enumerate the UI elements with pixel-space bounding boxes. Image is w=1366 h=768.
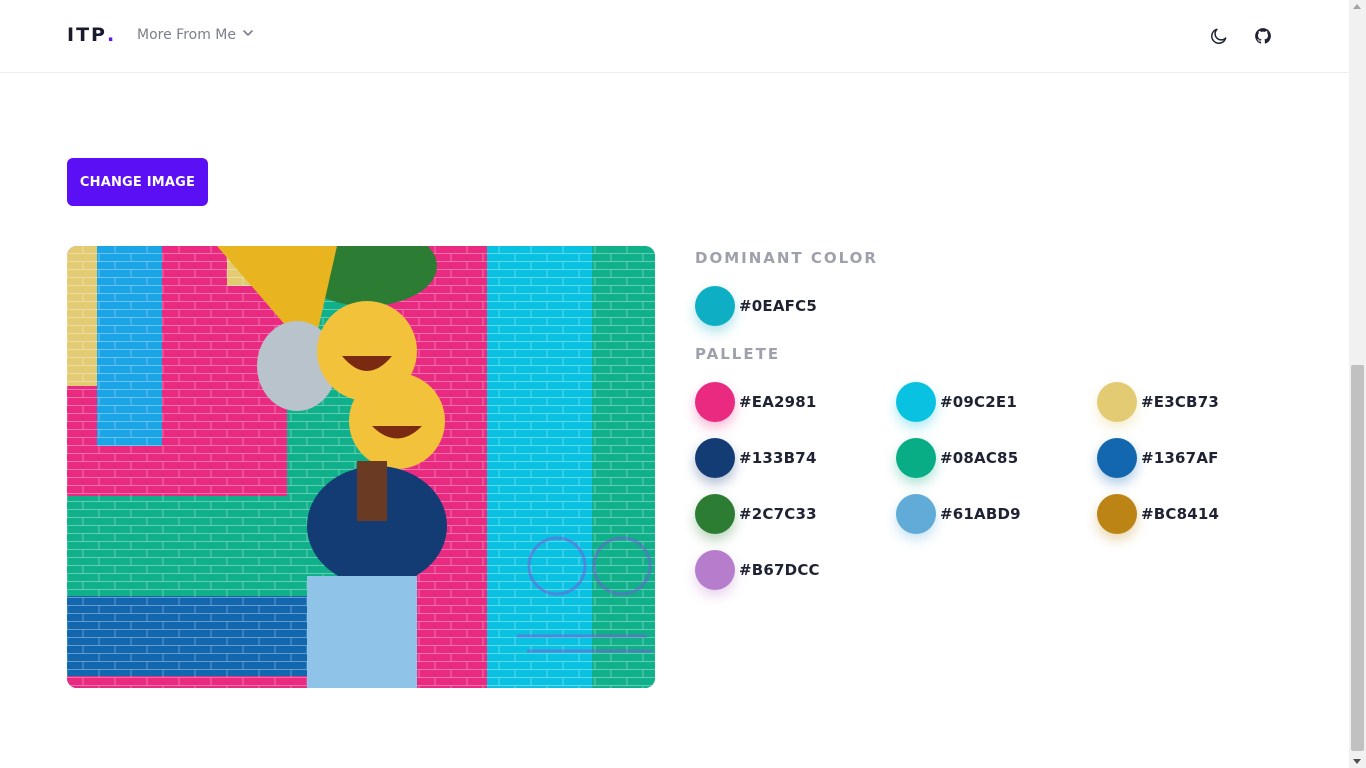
logo-text: ITP [67,24,107,46]
palette-swatch [1097,438,1137,478]
palette-hex: #133B74 [739,449,817,467]
palette-swatch [896,382,936,422]
palette-item[interactable]: #133B74 [695,438,817,478]
palette-hex: #B67DCC [739,561,820,579]
palette-item[interactable]: #09C2E1 [896,382,1017,422]
page-scrollbar[interactable] [1349,0,1366,768]
palette-item[interactable]: #EA2981 [695,382,817,422]
dominant-color-hex: #0EAFC5 [739,297,817,315]
palette-swatch [896,438,936,478]
palette-swatch [1097,382,1137,422]
palette-item[interactable]: #2C7C33 [695,494,817,534]
logo-dot: . [106,24,115,46]
moon-icon[interactable] [1207,24,1231,48]
palette-swatch [695,438,735,478]
palette-hex: #BC8414 [1141,505,1220,523]
palette-hex: #08AC85 [940,449,1019,467]
scroll-down-arrow-icon[interactable] [1353,759,1361,764]
dominant-color-item[interactable]: #0EAFC5 [695,286,817,326]
palette-hex: #61ABD9 [940,505,1021,523]
uploaded-photo [67,246,655,688]
palette-hex: #09C2E1 [940,393,1017,411]
palette-hex: #E3CB73 [1141,393,1219,411]
chevron-down-icon [242,27,254,43]
palette-item[interactable]: #61ABD9 [896,494,1021,534]
github-icon[interactable] [1251,24,1275,48]
palette-swatch [695,550,735,590]
palette-item[interactable]: #E3CB73 [1097,382,1219,422]
palette-title: PALLETE [695,345,781,363]
palette-item[interactable]: #08AC85 [896,438,1018,478]
palette-swatch [1097,494,1137,534]
palette-hex: #EA2981 [739,393,817,411]
palette-hex: #2C7C33 [739,505,817,523]
more-menu-label: More From Me [137,27,236,43]
palette-item[interactable]: #1367AF [1097,438,1219,478]
dominant-color-swatch [695,286,735,326]
scroll-up-arrow-icon[interactable] [1353,4,1361,9]
palette-item[interactable]: #BC8414 [1097,494,1219,534]
more-from-me-menu[interactable]: More From Me [137,27,254,43]
navbar: ITP. More From Me [0,0,1349,73]
palette-swatch [695,382,735,422]
logo[interactable]: ITP. [67,24,114,46]
dominant-color-title: DOMINANT COLOR [695,249,878,267]
change-image-button[interactable]: CHANGE IMAGE [67,158,208,206]
palette-swatch [695,494,735,534]
palette-hex: #1367AF [1141,449,1219,467]
photo-illustration [67,246,655,688]
scroll-thumb[interactable] [1351,365,1364,751]
palette-swatch [896,494,936,534]
palette-item[interactable]: #B67DCC [695,550,820,590]
